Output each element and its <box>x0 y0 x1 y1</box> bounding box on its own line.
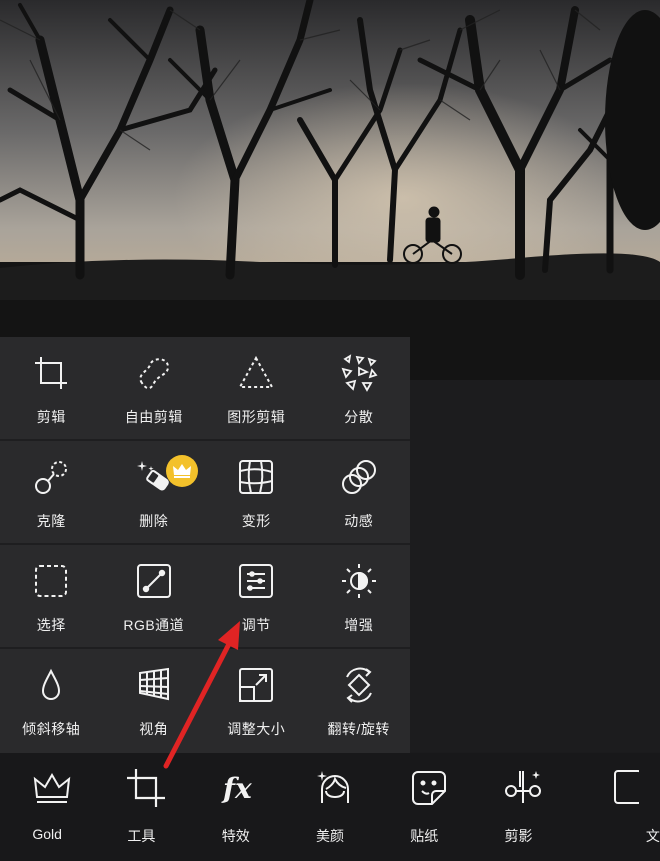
tool-label: 图形剪辑 <box>227 409 286 425</box>
premium-crown-badge <box>165 455 198 487</box>
bottom-tab-label: 特效 <box>221 828 250 844</box>
tool-label: 调整大小 <box>227 721 286 737</box>
bottom-tab-cutout[interactable]: 剪影 <box>471 753 565 861</box>
tool-enhance[interactable]: 增强 <box>308 545 411 647</box>
cutout-scissors-icon <box>505 771 542 803</box>
tool-flip-rotate[interactable]: 翻转/旋转 <box>308 649 411 751</box>
tool-motion[interactable]: 动感 <box>308 441 411 543</box>
tool-label: 视角 <box>139 721 169 737</box>
tools-row-2: 克隆 删除 变形 动感 <box>0 441 410 543</box>
tool-label: 自由剪辑 <box>124 409 183 425</box>
tool-label: 倾斜移轴 <box>22 721 81 737</box>
resize-icon <box>239 668 274 702</box>
photo-canvas[interactable] <box>0 0 660 380</box>
tool-rgb-channel[interactable]: RGB通道 <box>103 545 206 647</box>
tool-label: 分散 <box>344 409 374 425</box>
bottom-tab-label: Gold <box>32 826 62 842</box>
freeform-crop-icon <box>139 358 169 390</box>
bottom-tab-text[interactable]: 文 <box>566 753 660 861</box>
bottom-tab-stickers[interactable]: 贴纸 <box>377 753 471 861</box>
tool-disperse[interactable]: 分散 <box>308 337 411 439</box>
enhance-sun-icon <box>341 564 376 598</box>
bottom-tab-beauty[interactable]: 美颜 <box>283 753 377 861</box>
disperse-icon <box>341 354 378 392</box>
tool-resize[interactable]: 调整大小 <box>205 649 308 751</box>
crown-icon <box>172 464 191 478</box>
tool-label: 剪辑 <box>36 409 66 425</box>
tool-label: 调节 <box>241 617 271 633</box>
svg-text:fx: fx <box>221 772 252 805</box>
bottom-tab-label: 贴纸 <box>410 828 439 844</box>
tool-clone[interactable]: 克隆 <box>0 441 103 543</box>
clone-icon <box>35 461 68 494</box>
tools-row-4: 倾斜移轴 视角 调整大小 翻转/旋转 <box>0 649 410 751</box>
sticker-icon <box>412 771 447 805</box>
tool-label: 克隆 <box>36 513 66 529</box>
tool-label: 增强 <box>344 617 374 633</box>
text-icon <box>613 770 639 804</box>
tools-row-1: 剪辑 自由剪辑 图形剪辑 分散 <box>0 337 410 439</box>
fx-icon: fx <box>221 772 252 805</box>
tool-adjust[interactable]: 调节 <box>205 545 308 647</box>
tool-shape-crop[interactable]: 图形剪辑 <box>205 337 308 439</box>
tool-label: 变形 <box>241 513 271 529</box>
crop-icon <box>35 357 68 389</box>
tool-perspective[interactable]: 视角 <box>103 649 206 751</box>
bottom-tab-tools[interactable]: 工具 <box>94 753 188 861</box>
tool-warp[interactable]: 变形 <box>205 441 308 543</box>
bottom-tab-effects[interactable]: fx 特效 <box>189 753 283 861</box>
bottom-tab-label: 文 <box>645 828 660 844</box>
tool-label: RGB通道 <box>123 617 185 633</box>
photo-image <box>0 0 660 380</box>
tool-select[interactable]: 选择 <box>0 545 103 647</box>
warp-grid-icon <box>239 460 274 494</box>
bottom-toolbar: Gold 工具 fx 特效 美颜 贴纸 剪影 文 <box>0 753 660 861</box>
tilt-shift-drop-icon <box>42 668 61 700</box>
tools-row-3: 选择 RGB通道 调节 增强 <box>0 545 410 647</box>
perspective-icon <box>138 667 169 701</box>
tool-crop[interactable]: 剪辑 <box>0 337 103 439</box>
bottom-tab-label: 美颜 <box>315 828 344 844</box>
crown-icon <box>33 773 71 803</box>
crop-tool-icon <box>127 769 166 807</box>
beauty-face-icon <box>316 771 349 803</box>
tool-label: 翻转/旋转 <box>327 721 390 737</box>
bottom-tab-label: 工具 <box>127 828 156 844</box>
tool-label: 删除 <box>139 513 169 529</box>
bottom-tab-gold[interactable]: Gold <box>0 753 94 861</box>
tool-freeform-crop[interactable]: 自由剪辑 <box>103 337 206 439</box>
tool-label: 动感 <box>344 513 374 529</box>
bottom-tab-label: 剪影 <box>504 828 533 844</box>
tool-label: 选择 <box>36 617 66 633</box>
rgb-curve-icon <box>136 564 171 598</box>
selection-icon <box>35 565 68 597</box>
adjust-list-icon <box>239 564 274 598</box>
tool-tilt-shift[interactable]: 倾斜移轴 <box>0 649 103 751</box>
shape-crop-icon <box>238 355 274 388</box>
motion-icon <box>341 460 376 494</box>
canvas-background <box>410 380 660 752</box>
tool-remove[interactable]: 删除 <box>103 441 206 543</box>
flip-rotate-icon <box>345 667 372 703</box>
tools-panel: 剪辑 自由剪辑 图形剪辑 分散 克隆 删除 变形 动感 选择 RGB通道 调节 … <box>0 337 410 753</box>
